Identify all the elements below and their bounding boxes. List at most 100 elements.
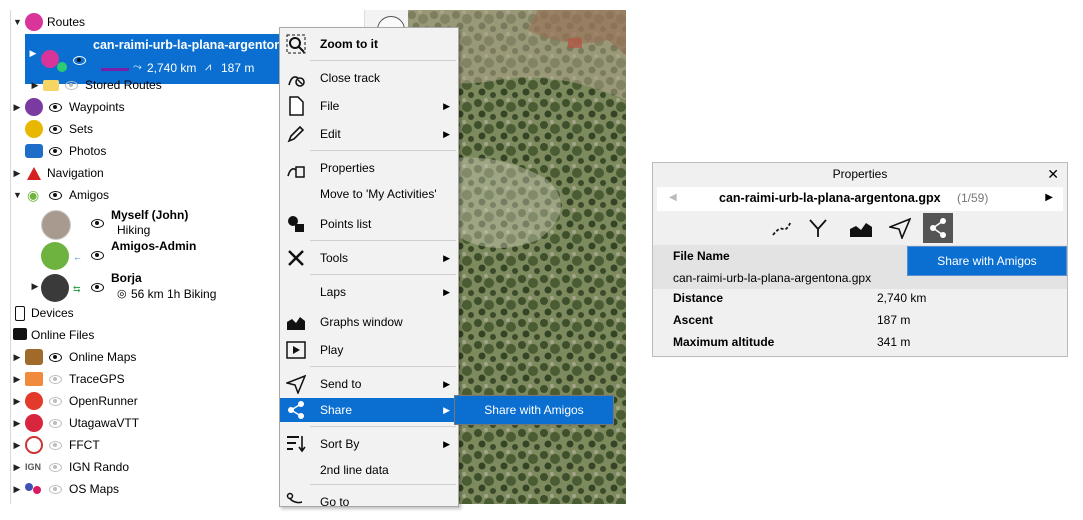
next-arrow-icon[interactable]: ▶ — [1045, 192, 1053, 203]
menu-item-sort-by[interactable]: Sort By ▶ — [280, 432, 458, 456]
menu-item-2nd-line-data[interactable]: 2nd line data — [280, 458, 458, 482]
menu-item-go-to[interactable]: Go to — [280, 490, 458, 514]
menu-label: Share — [320, 403, 353, 417]
tree-label-ffct: FFCT — [69, 438, 100, 452]
visibility-eye-icon[interactable] — [91, 219, 104, 228]
menu-item-play[interactable]: Play — [280, 338, 458, 362]
signal-arrow-icon: ⇆ — [73, 284, 81, 294]
visibility-eye-icon[interactable] — [49, 463, 62, 472]
expand-arrow-icon[interactable]: ▶ — [13, 368, 21, 390]
tree-item-online-maps[interactable]: ▶ Online Maps — [11, 346, 281, 368]
visibility-eye-icon[interactable] — [73, 56, 86, 65]
property-value: 187 m — [877, 313, 911, 327]
tree-item-amigo-borja[interactable]: ▶ ⇆ Borja ◎ 56 km 1h Biking — [11, 271, 281, 304]
tree-item-ign-rando[interactable]: ▶ IGN IGN Rando — [11, 456, 281, 478]
tree-item-amigos[interactable]: ▼ ◉ Amigos — [11, 184, 281, 206]
submenu-arrow-icon: ▶ — [443, 253, 450, 263]
context-menu: Zoom to it Close track File ▶ Edit ▶ Pro… — [279, 27, 459, 509]
visibility-eye-icon[interactable] — [91, 251, 104, 260]
openrunner-icon — [25, 392, 43, 410]
property-value: 341 m — [877, 335, 911, 349]
menu-item-close-track[interactable]: Close track — [280, 66, 458, 90]
visibility-eye-icon[interactable] — [49, 147, 62, 156]
menu-label: Laps — [320, 285, 347, 299]
tree-item-openrunner[interactable]: ▶ OpenRunner — [11, 390, 281, 412]
tree-item-tracegps[interactable]: ▶ TraceGPS — [11, 368, 281, 390]
online-maps-icon — [25, 349, 43, 365]
menu-item-laps[interactable]: Laps ▶ — [280, 280, 458, 304]
expand-arrow-icon[interactable]: ▶ — [13, 478, 21, 500]
tree-item-sets[interactable]: Sets — [11, 118, 281, 140]
tree-item-online-files[interactable]: Online Files — [11, 324, 281, 346]
tree-item-devices[interactable]: Devices — [11, 302, 281, 324]
menu-item-share[interactable]: Share ▶ — [280, 398, 458, 422]
graph-icon[interactable] — [849, 217, 873, 242]
menu-item-file[interactable]: File ▶ — [280, 94, 458, 118]
expand-arrow-icon[interactable]: ▶ — [29, 47, 37, 59]
close-track-icon — [286, 68, 306, 88]
edit-track-icon[interactable] — [771, 217, 793, 242]
expand-arrow-icon[interactable]: ▶ — [31, 280, 39, 292]
tree-item-stored-routes[interactable]: ▶ Stored Routes — [11, 74, 281, 96]
menu-item-properties[interactable]: Properties — [280, 156, 458, 180]
tree-item-routes[interactable]: ▼ Routes — [11, 11, 281, 33]
tree-item-waypoints[interactable]: ▶ Waypoints — [11, 96, 281, 118]
visibility-eye-icon[interactable] — [49, 375, 62, 384]
camera-icon — [25, 144, 43, 158]
expand-arrow-icon[interactable]: ▶ — [13, 96, 21, 118]
collapse-arrow-icon[interactable]: ▼ — [13, 11, 22, 33]
visibility-eye-icon[interactable] — [49, 125, 62, 134]
menu-item-edit[interactable]: Edit ▶ — [280, 122, 458, 146]
visibility-eye-icon[interactable] — [49, 441, 62, 450]
share-icon[interactable] — [923, 213, 953, 243]
visibility-eye-icon[interactable] — [49, 353, 62, 362]
expand-arrow-icon[interactable]: ▶ — [13, 162, 21, 184]
property-key: Ascent — [673, 313, 714, 327]
submenu-arrow-icon: ▶ — [443, 439, 450, 449]
visibility-eye-icon[interactable] — [91, 283, 104, 292]
tree-item-photos[interactable]: Photos — [11, 140, 281, 162]
menu-item-send-to[interactable]: Send to ▶ — [280, 372, 458, 396]
menu-item-points-list[interactable]: Points list — [280, 212, 458, 236]
visibility-eye-icon[interactable] — [49, 485, 62, 494]
tree-label-photos: Photos — [69, 144, 107, 158]
expand-arrow-icon[interactable]: ▶ — [13, 456, 21, 478]
visibility-eye-icon[interactable] — [49, 419, 62, 428]
menu-label: Zoom to it — [320, 37, 378, 51]
expand-arrow-icon[interactable]: ▶ — [13, 412, 21, 434]
visibility-eye-icon[interactable] — [49, 397, 62, 406]
route-name: can-raimi-urb-la-plana-argentona — [93, 38, 289, 52]
send-icon[interactable] — [887, 217, 912, 242]
menu-item-zoom-to-it[interactable]: Zoom to it — [280, 32, 458, 56]
menu-separator — [310, 60, 456, 61]
share-with-amigos-popup[interactable]: Share with Amigos — [907, 246, 1067, 276]
menu-item-tools[interactable]: Tools ▶ — [280, 246, 458, 270]
expand-arrow-icon[interactable]: ▶ — [31, 74, 39, 96]
play-icon — [286, 340, 306, 360]
split-track-icon[interactable] — [807, 217, 829, 242]
tree-item-ffct[interactable]: ▶ FFCT — [11, 434, 281, 456]
expand-arrow-icon[interactable]: ▶ — [13, 390, 21, 412]
send-icon — [284, 374, 307, 396]
visibility-eye-icon[interactable] — [49, 103, 62, 112]
menu-item-move-to-activities[interactable]: Move to 'My Activities' — [280, 182, 458, 206]
tree-item-amigo-admin[interactable]: ← Amigos-Admin — [11, 239, 281, 272]
expand-arrow-icon[interactable]: ▶ — [13, 346, 21, 368]
property-value: can-raimi-urb-la-plana-argentona.gpx — [673, 271, 872, 285]
tree-item-utagawavtt[interactable]: ▶ UtagawaVTT — [11, 412, 281, 434]
menu-label: Sort By — [320, 437, 360, 451]
close-icon[interactable]: ✕ — [1047, 166, 1059, 183]
previous-arrow-icon[interactable]: ◀ — [669, 192, 677, 203]
submenu-item-share-with-amigos[interactable]: Share with Amigos — [455, 396, 613, 424]
file-nav-bar: ◀ can-raimi-urb-la-plana-argentona.gpx (… — [657, 187, 1063, 211]
properties-toolbar — [767, 213, 953, 243]
collapse-arrow-icon[interactable]: ▼ — [13, 184, 22, 206]
tree-item-os-maps[interactable]: ▶ OS Maps — [11, 478, 281, 500]
tree-item-navigation[interactable]: ▶ Navigation — [11, 162, 281, 184]
visibility-eye-icon[interactable] — [65, 81, 78, 90]
utagawavtt-icon — [25, 414, 43, 432]
menu-item-graphs-window[interactable]: Graphs window — [280, 310, 458, 334]
expand-arrow-icon[interactable]: ▶ — [13, 434, 21, 456]
visibility-eye-icon[interactable] — [49, 191, 62, 200]
tree-label-tracegps: TraceGPS — [69, 372, 125, 386]
